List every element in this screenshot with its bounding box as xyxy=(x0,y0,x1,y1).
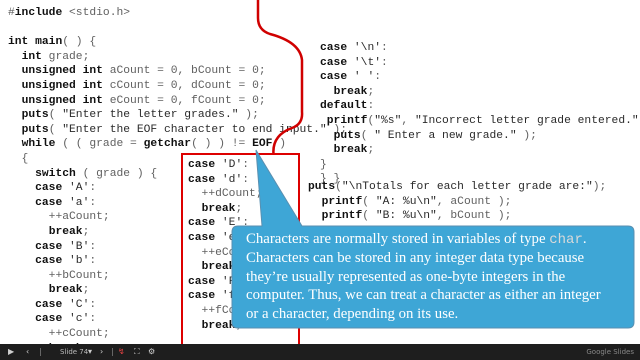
code-line: break; xyxy=(333,144,375,157)
code-line: case 'D': xyxy=(188,159,250,171)
code-line: puts( "Enter the letter grades." ); xyxy=(21,109,259,122)
callout-text: Characters are normally stored in variab… xyxy=(246,231,601,322)
code-line: break; xyxy=(333,85,375,98)
code-line: puts("\nTotals for each letter grade are… xyxy=(308,181,607,193)
code-line: printf("%s", "Incorrect letter grade ent… xyxy=(326,114,640,127)
code-line: int main( ) { xyxy=(8,36,97,49)
code-line: unsigned int aCount = 0, bCount = 0; xyxy=(21,65,266,78)
play-icon[interactable]: ▶ xyxy=(8,344,14,360)
code-block-right: case '\n': case '\t': case ' ': break; defa… xyxy=(320,41,640,187)
code-line: case 'E': xyxy=(188,217,250,230)
fullscreen-icon[interactable]: ⛶ xyxy=(134,344,140,360)
previous-icon[interactable]: ‹ xyxy=(26,344,29,360)
code-line: printf( "A: %u\n", aCount ); xyxy=(321,195,512,208)
code-line: ++dCount; xyxy=(188,188,263,201)
code-line: #include <stdio.h> xyxy=(8,7,131,19)
code-line: ​ xyxy=(8,21,347,36)
code-line: printf( "B: %u\n", bCount ); xyxy=(321,210,512,223)
slide-indicator[interactable]: Slide 74 xyxy=(60,344,100,360)
code-line: puts( "Enter the EOF character to end in… xyxy=(21,123,347,136)
char-keyword: char xyxy=(549,232,583,248)
player-control-bar: ▶ ‹ Slide 74 ▾ › ↯ ⛶ ⚙ Google Slides xyxy=(0,344,640,360)
code-line: } xyxy=(320,158,327,171)
code-line: case '\n': xyxy=(320,42,388,54)
code-line: break; xyxy=(201,202,243,215)
code-line: while ( ( grade = getchar( ) ) != EOF ) xyxy=(21,138,286,151)
settings-gear-icon[interactable]: ⚙ xyxy=(148,344,155,360)
code-line: case ' ': xyxy=(320,71,382,84)
code-line: case 'd': xyxy=(188,173,250,186)
code-line: case '\t': xyxy=(320,56,388,69)
code-line: puts( " Enter a new grade." ); xyxy=(333,129,537,142)
code-line: default: xyxy=(320,100,375,113)
next-icon[interactable]: › xyxy=(100,344,103,360)
code-line: unsigned int cCount = 0, dCount = 0; xyxy=(21,79,266,92)
code-line: unsigned int eCount = 0, fCount = 0; xyxy=(21,94,266,107)
code-block-totals: puts("\nTotals for each letter grade are… xyxy=(308,180,606,224)
laser-pointer-icon[interactable]: ↯ xyxy=(118,344,125,360)
presentation-slide: #include <stdio.h> ​int main( ) { int gra… xyxy=(0,0,640,344)
google-slides-logo: Google Slides xyxy=(586,348,634,356)
separator xyxy=(40,348,41,356)
separator xyxy=(112,348,113,356)
dropdown-icon[interactable]: ▾ xyxy=(88,344,92,360)
code-line: int grade; xyxy=(21,50,90,63)
